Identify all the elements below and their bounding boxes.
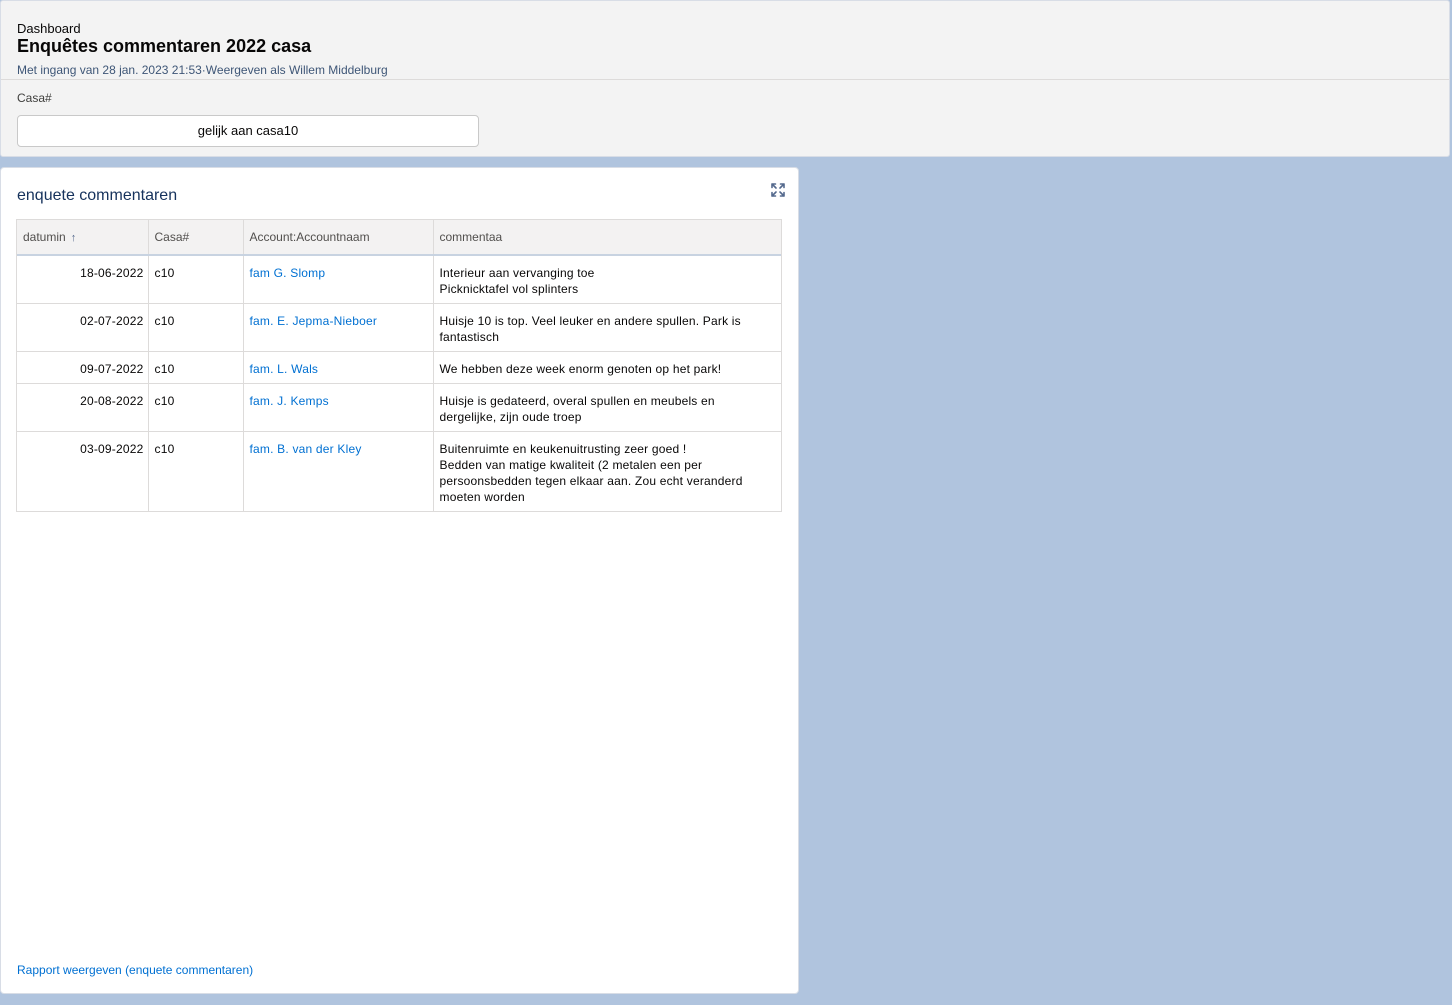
cell-casa: c10: [148, 383, 244, 432]
table-row: 03-09-2022 c10 fam. B. van der Kley Buit…: [17, 431, 781, 511]
cell-date: 02-07-2022: [17, 303, 149, 352]
column-header-casa[interactable]: Casa#: [148, 220, 244, 256]
view-report-link[interactable]: Rapport weergeven (enquete commentaren): [17, 963, 253, 977]
cell-account: fam G. Slomp: [243, 255, 434, 304]
cell-casa: c10: [148, 303, 244, 352]
table-row: 02-07-2022 c10 fam. E. Jepma-Nieboer Hui…: [17, 303, 781, 352]
page-title: Enquêtes commentaren 2022 casa: [17, 36, 312, 56]
cell-account: fam. E. Jepma-Nieboer: [243, 303, 434, 352]
cell-date: 18-06-2022: [17, 255, 149, 304]
sort-ascending-icon[interactable]: ↑: [71, 232, 77, 244]
account-link[interactable]: fam. E. Jepma-Nieboer: [250, 314, 378, 328]
comments-table: datumin ↑ Casa# Account:Accountnaam comme…: [16, 219, 782, 512]
table-header-row: datumin ↑ Casa# Account:Accountnaam comme…: [17, 220, 781, 256]
cell-comment: Huisje is gedateerd, overal spullen en m…: [433, 383, 781, 432]
cell-comment: Huisje 10 is top. Veel leuker en andere …: [433, 303, 781, 352]
account-link[interactable]: fam. B. van der Kley: [250, 442, 362, 456]
cell-account: fam. J. Kemps: [243, 383, 434, 432]
table-row: 20-08-2022 c10 fam. J. Kemps Huisje is g…: [17, 383, 781, 432]
cell-account: fam. L. Wals: [243, 351, 434, 384]
column-header-date[interactable]: datumin ↑: [17, 220, 149, 256]
cell-comment: We hebben deze week enorm genoten op het…: [433, 351, 781, 384]
account-link[interactable]: fam. L. Wals: [250, 362, 319, 376]
card-title: enquete commentaren: [17, 187, 178, 204]
expand-icon[interactable]: [770, 182, 786, 198]
cell-date: 09-07-2022: [17, 351, 149, 384]
dashboard-header: Dashboard Enquêtes commentaren 2022 casa…: [0, 0, 1450, 157]
cell-date: 20-08-2022: [17, 383, 149, 432]
cell-date: 03-09-2022: [17, 431, 149, 511]
cell-comment: Buitenruimte en keukenuitrusting zeer go…: [439, 442, 743, 504]
breadcrumb[interactable]: Dashboard: [17, 21, 81, 36]
filter-label: Casa#: [17, 91, 52, 105]
table-row: 09-07-2022 c10 fam. L. Wals We hebben de…: [17, 351, 781, 384]
column-header-comment[interactable]: commentaa: [433, 220, 781, 256]
page-subtitle: Met ingang van 28 jan. 2023 21:53·Weerge…: [17, 63, 388, 77]
account-link[interactable]: fam. J. Kemps: [250, 394, 329, 408]
column-header-account[interactable]: Account:Accountnaam: [243, 220, 434, 256]
cell-comment: Interieur aan vervanging toe Picknicktafe…: [433, 255, 781, 304]
casa-filter-button[interactable]: gelijk aan casa10: [17, 115, 479, 147]
cell-account: fam. B. van der Kley: [243, 431, 434, 511]
header-divider: [1, 79, 1449, 80]
cell-casa: c10: [148, 351, 244, 384]
report-card: enquete commentaren datumin ↑ Casa# Accou…: [0, 167, 799, 994]
account-link[interactable]: fam G. Slomp: [250, 266, 326, 280]
table-row: 18-06-2022 c10 fam G. Slomp Interieur aa…: [17, 255, 781, 304]
cell-casa: c10: [148, 431, 244, 511]
cell-casa: c10: [148, 255, 244, 304]
